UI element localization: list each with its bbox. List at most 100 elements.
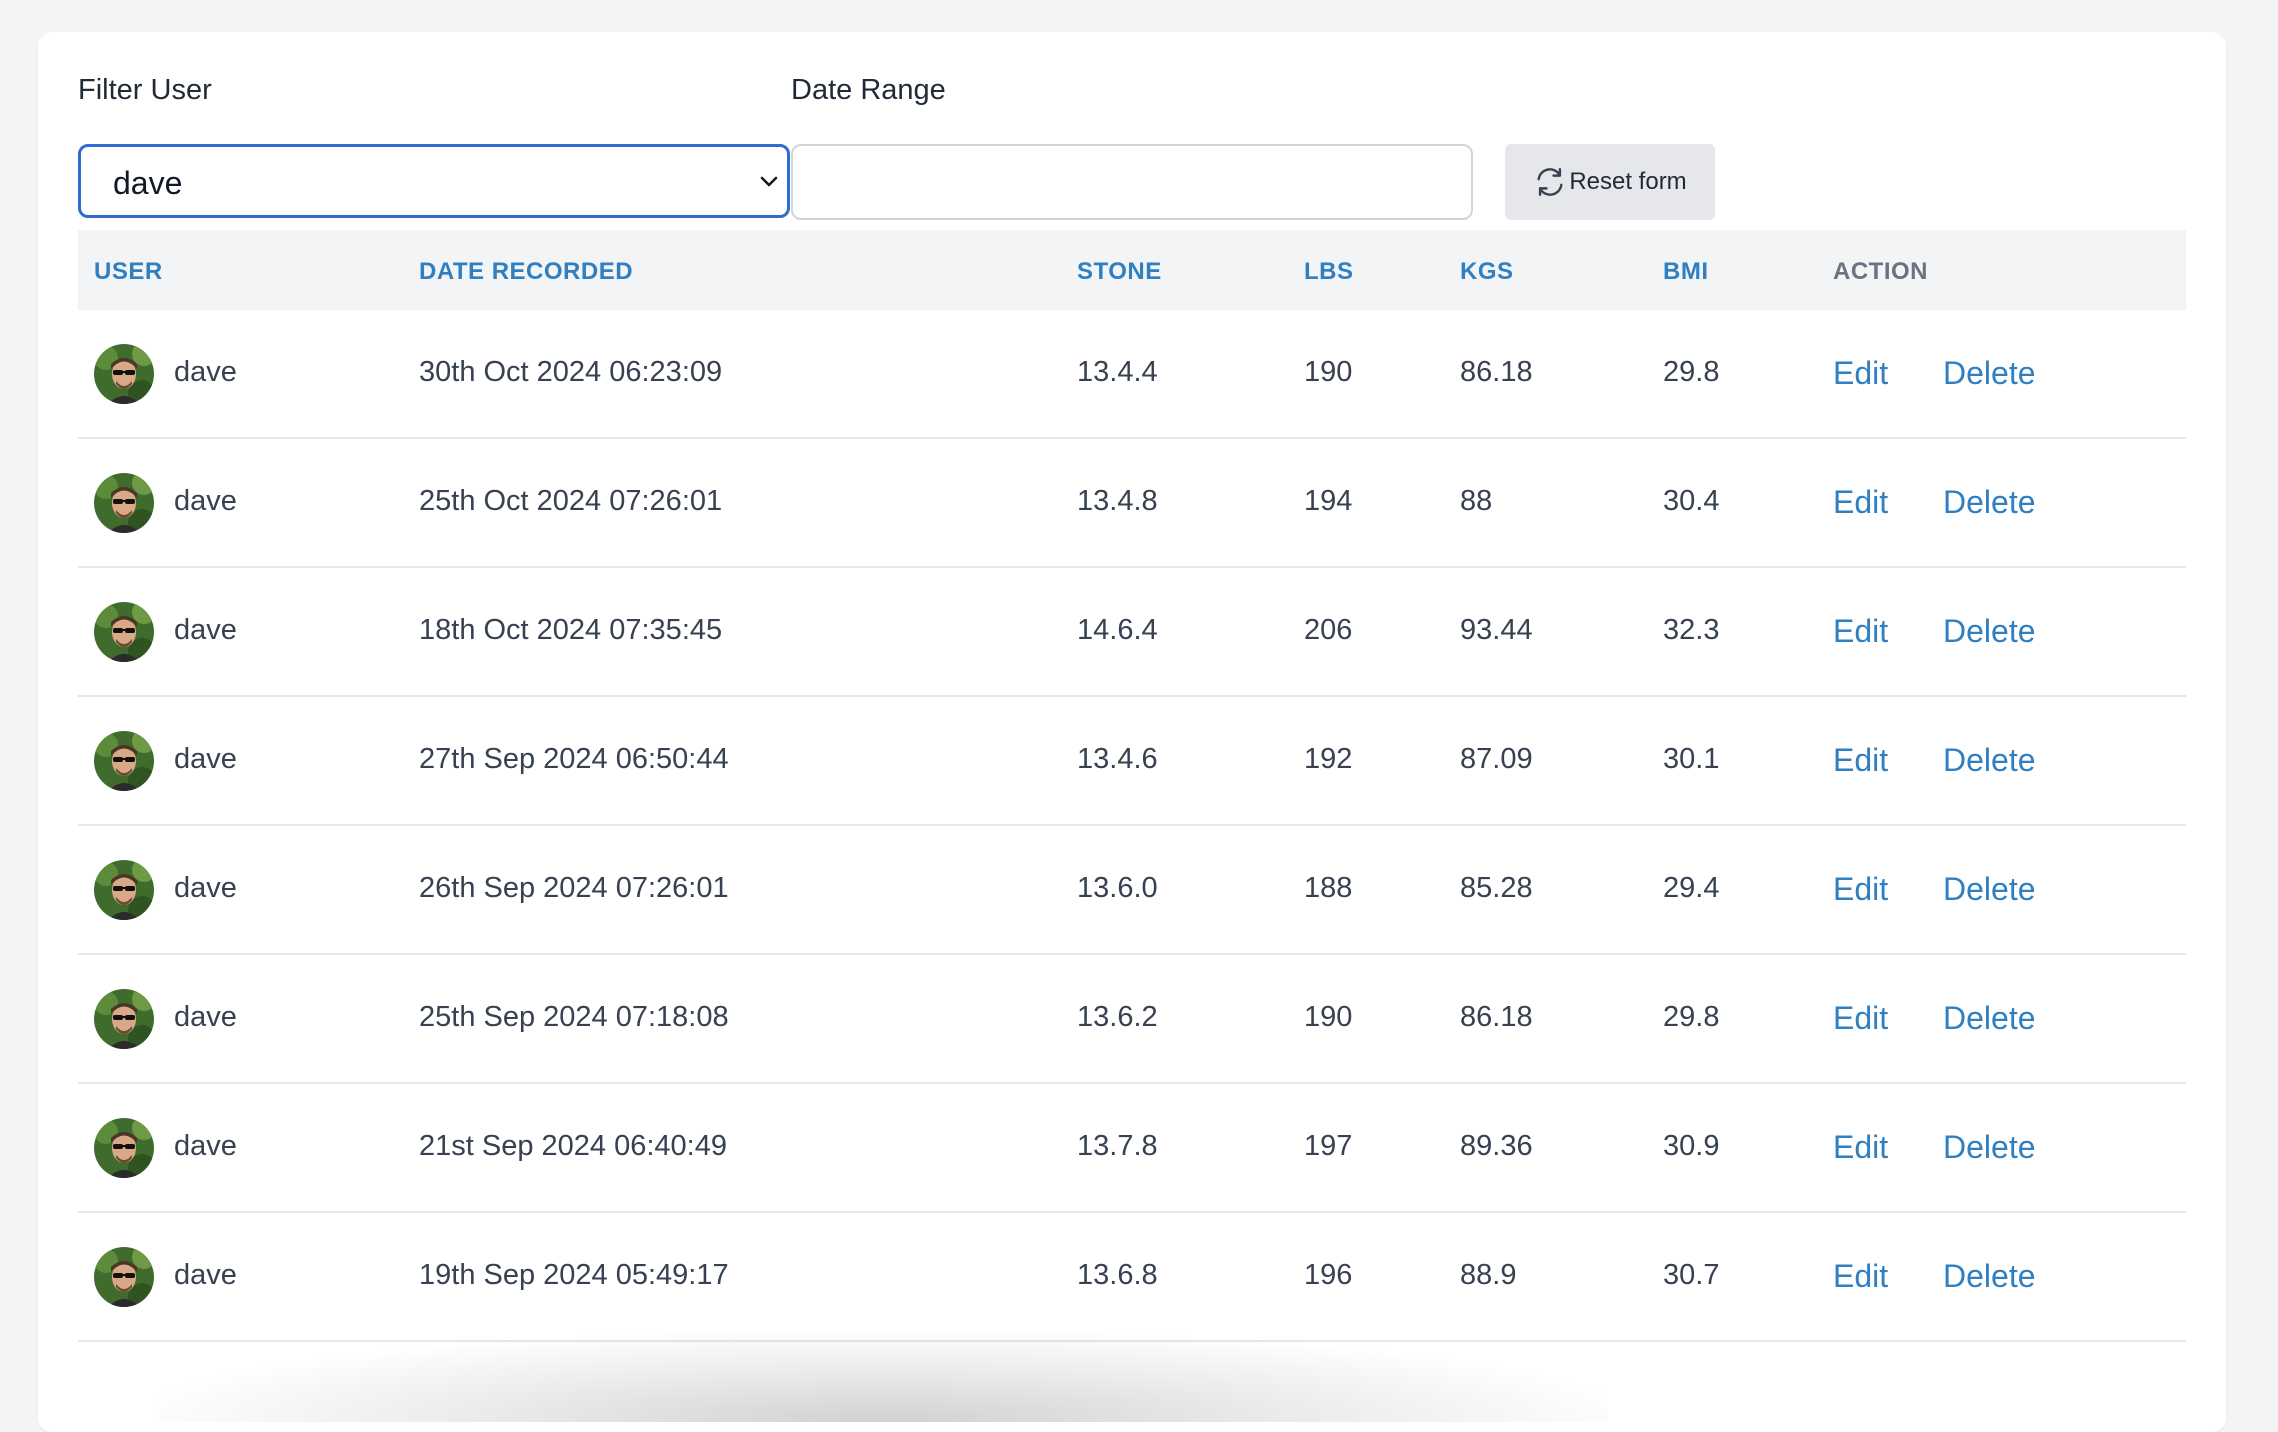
- table-row: dave 21st Sep 2024 06:40:49 13.7.8 197 8…: [78, 1084, 2186, 1213]
- avatar: [94, 1247, 154, 1307]
- weight-records-card: Filter User dave Date Range Reset form U…: [38, 32, 2226, 1432]
- cell-kgs: 93.44: [1460, 614, 1533, 646]
- cell-lbs: 194: [1304, 485, 1353, 517]
- delete-link[interactable]: Delete: [1943, 1000, 2036, 1037]
- cell-bmi: 30.4: [1663, 485, 1720, 517]
- cell-date: 18th Oct 2024 07:35:45: [419, 614, 723, 646]
- cell-stone: 13.6.0: [1077, 872, 1158, 904]
- cell-date: 30th Oct 2024 06:23:09: [419, 356, 723, 388]
- cell-kgs: 86.18: [1460, 356, 1533, 388]
- table-row: dave 27th Sep 2024 06:50:44 13.4.6 192 8…: [78, 697, 2186, 826]
- cell-stone: 14.6.4: [1077, 614, 1158, 646]
- cell-stone: 13.7.8: [1077, 1130, 1158, 1162]
- avatar-photo: [94, 860, 154, 920]
- avatar: [94, 1118, 154, 1178]
- cell-bmi: 32.3: [1663, 614, 1720, 646]
- header-action: ACTION: [1833, 258, 1928, 285]
- delete-link[interactable]: Delete: [1943, 1129, 2036, 1166]
- cell-user: dave: [174, 872, 237, 904]
- edit-link[interactable]: Edit: [1833, 1000, 1888, 1037]
- table-row: dave 19th Sep 2024 05:49:17 13.6.8 196 8…: [78, 1213, 2186, 1342]
- edit-link[interactable]: Edit: [1833, 613, 1888, 650]
- reset-form-label: Reset form: [1569, 168, 1687, 195]
- delete-link[interactable]: Delete: [1943, 871, 2036, 908]
- cell-user: dave: [174, 485, 237, 517]
- edit-link[interactable]: Edit: [1833, 1258, 1888, 1295]
- table-header: USER DATE RECORDED STONE LBS KGS BMI ACT…: [78, 230, 2186, 310]
- cell-stone: 13.6.2: [1077, 1001, 1158, 1033]
- cell-bmi: 30.1: [1663, 743, 1720, 775]
- cell-lbs: 206: [1304, 614, 1353, 646]
- cell-lbs: 192: [1304, 743, 1353, 775]
- header-stone[interactable]: STONE: [1077, 258, 1162, 286]
- cell-lbs: 197: [1304, 1130, 1353, 1162]
- cell-kgs: 85.28: [1460, 872, 1533, 904]
- table-row: dave 26th Sep 2024 07:26:01 13.6.0 188 8…: [78, 826, 2186, 955]
- cell-user: dave: [174, 356, 237, 388]
- edit-link[interactable]: Edit: [1833, 484, 1888, 521]
- header-bmi[interactable]: BMI: [1663, 258, 1709, 286]
- cell-bmi: 30.9: [1663, 1130, 1720, 1162]
- cell-date: 26th Sep 2024 07:26:01: [419, 872, 729, 904]
- cell-user: dave: [174, 614, 237, 646]
- header-user[interactable]: USER: [94, 258, 163, 286]
- cell-lbs: 190: [1304, 356, 1353, 388]
- avatar-photo: [94, 989, 154, 1049]
- cell-lbs: 196: [1304, 1259, 1353, 1291]
- delete-link[interactable]: Delete: [1943, 742, 2036, 779]
- edit-link[interactable]: Edit: [1833, 355, 1888, 392]
- avatar-photo: [94, 731, 154, 791]
- date-range-input[interactable]: [791, 144, 1473, 220]
- filter-user-label: Filter User: [78, 74, 212, 106]
- date-range-label: Date Range: [791, 74, 946, 106]
- avatar: [94, 731, 154, 791]
- cell-date: 25th Sep 2024 07:18:08: [419, 1001, 729, 1033]
- avatar: [94, 989, 154, 1049]
- weight-table: USER DATE RECORDED STONE LBS KGS BMI ACT…: [78, 230, 2186, 1342]
- avatar: [94, 344, 154, 404]
- reset-form-button[interactable]: Reset form: [1505, 144, 1715, 220]
- avatar-photo: [94, 1247, 154, 1307]
- delete-link[interactable]: Delete: [1943, 355, 2036, 392]
- cell-date: 25th Oct 2024 07:26:01: [419, 485, 723, 517]
- avatar-photo: [94, 1118, 154, 1178]
- cell-user: dave: [174, 1130, 237, 1162]
- chevron-down-icon: [760, 176, 778, 187]
- avatar-photo: [94, 602, 154, 662]
- edit-link[interactable]: Edit: [1833, 871, 1888, 908]
- table-row: dave 18th Oct 2024 07:35:45 14.6.4 206 9…: [78, 568, 2186, 697]
- cell-user: dave: [174, 1001, 237, 1033]
- cell-kgs: 89.36: [1460, 1130, 1533, 1162]
- header-date-recorded[interactable]: DATE RECORDED: [419, 258, 633, 286]
- delete-link[interactable]: Delete: [1943, 484, 2036, 521]
- cell-bmi: 29.8: [1663, 356, 1720, 388]
- cell-kgs: 87.09: [1460, 743, 1533, 775]
- cell-lbs: 188: [1304, 872, 1353, 904]
- delete-link[interactable]: Delete: [1943, 1258, 2036, 1295]
- avatar: [94, 602, 154, 662]
- cell-stone: 13.6.8: [1077, 1259, 1158, 1291]
- scroll-shadow: [158, 1332, 1608, 1422]
- cell-bmi: 30.7: [1663, 1259, 1720, 1291]
- delete-link[interactable]: Delete: [1943, 613, 2036, 650]
- avatar-photo: [94, 344, 154, 404]
- cell-kgs: 88: [1460, 485, 1493, 517]
- edit-link[interactable]: Edit: [1833, 742, 1888, 779]
- refresh-icon: [1537, 168, 1563, 196]
- cell-date: 27th Sep 2024 06:50:44: [419, 743, 729, 775]
- header-kgs[interactable]: KGS: [1460, 258, 1514, 286]
- avatar-photo: [94, 473, 154, 533]
- edit-link[interactable]: Edit: [1833, 1129, 1888, 1166]
- cell-user: dave: [174, 743, 237, 775]
- filter-user-select[interactable]: dave: [78, 144, 790, 218]
- cell-stone: 13.4.6: [1077, 743, 1158, 775]
- header-lbs[interactable]: LBS: [1304, 258, 1354, 286]
- table-row: dave 25th Oct 2024 07:26:01 13.4.8 194 8…: [78, 439, 2186, 568]
- filter-user-value: dave: [113, 165, 183, 201]
- cell-bmi: 29.8: [1663, 1001, 1720, 1033]
- table-row: dave 30th Oct 2024 06:23:09 13.4.4 190 8…: [78, 310, 2186, 439]
- table-row: dave 25th Sep 2024 07:18:08 13.6.2 190 8…: [78, 955, 2186, 1084]
- cell-user: dave: [174, 1259, 237, 1291]
- cell-kgs: 86.18: [1460, 1001, 1533, 1033]
- cell-date: 19th Sep 2024 05:49:17: [419, 1259, 729, 1291]
